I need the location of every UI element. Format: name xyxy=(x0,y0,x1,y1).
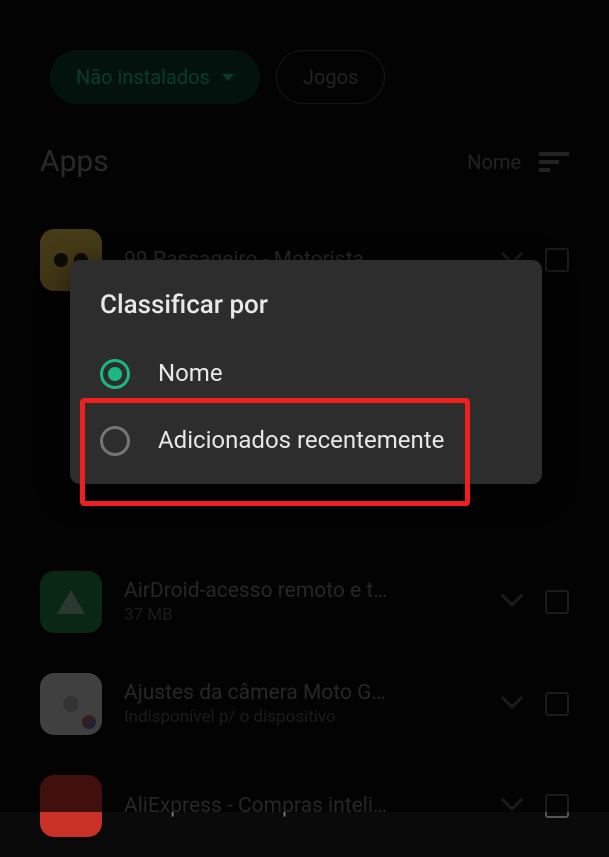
radio-icon xyxy=(100,426,130,456)
radio-option-recently-added[interactable]: Adicionados recentemente xyxy=(70,407,542,474)
radio-label: Nome xyxy=(158,358,223,389)
radio-label: Adicionados recentemente xyxy=(158,425,444,456)
radio-icon xyxy=(100,359,130,389)
radio-option-name[interactable]: Nome xyxy=(70,340,542,407)
dialog-title: Classificar por xyxy=(70,290,542,340)
sort-dialog: Classificar por Nome Adicionados recente… xyxy=(70,260,542,484)
